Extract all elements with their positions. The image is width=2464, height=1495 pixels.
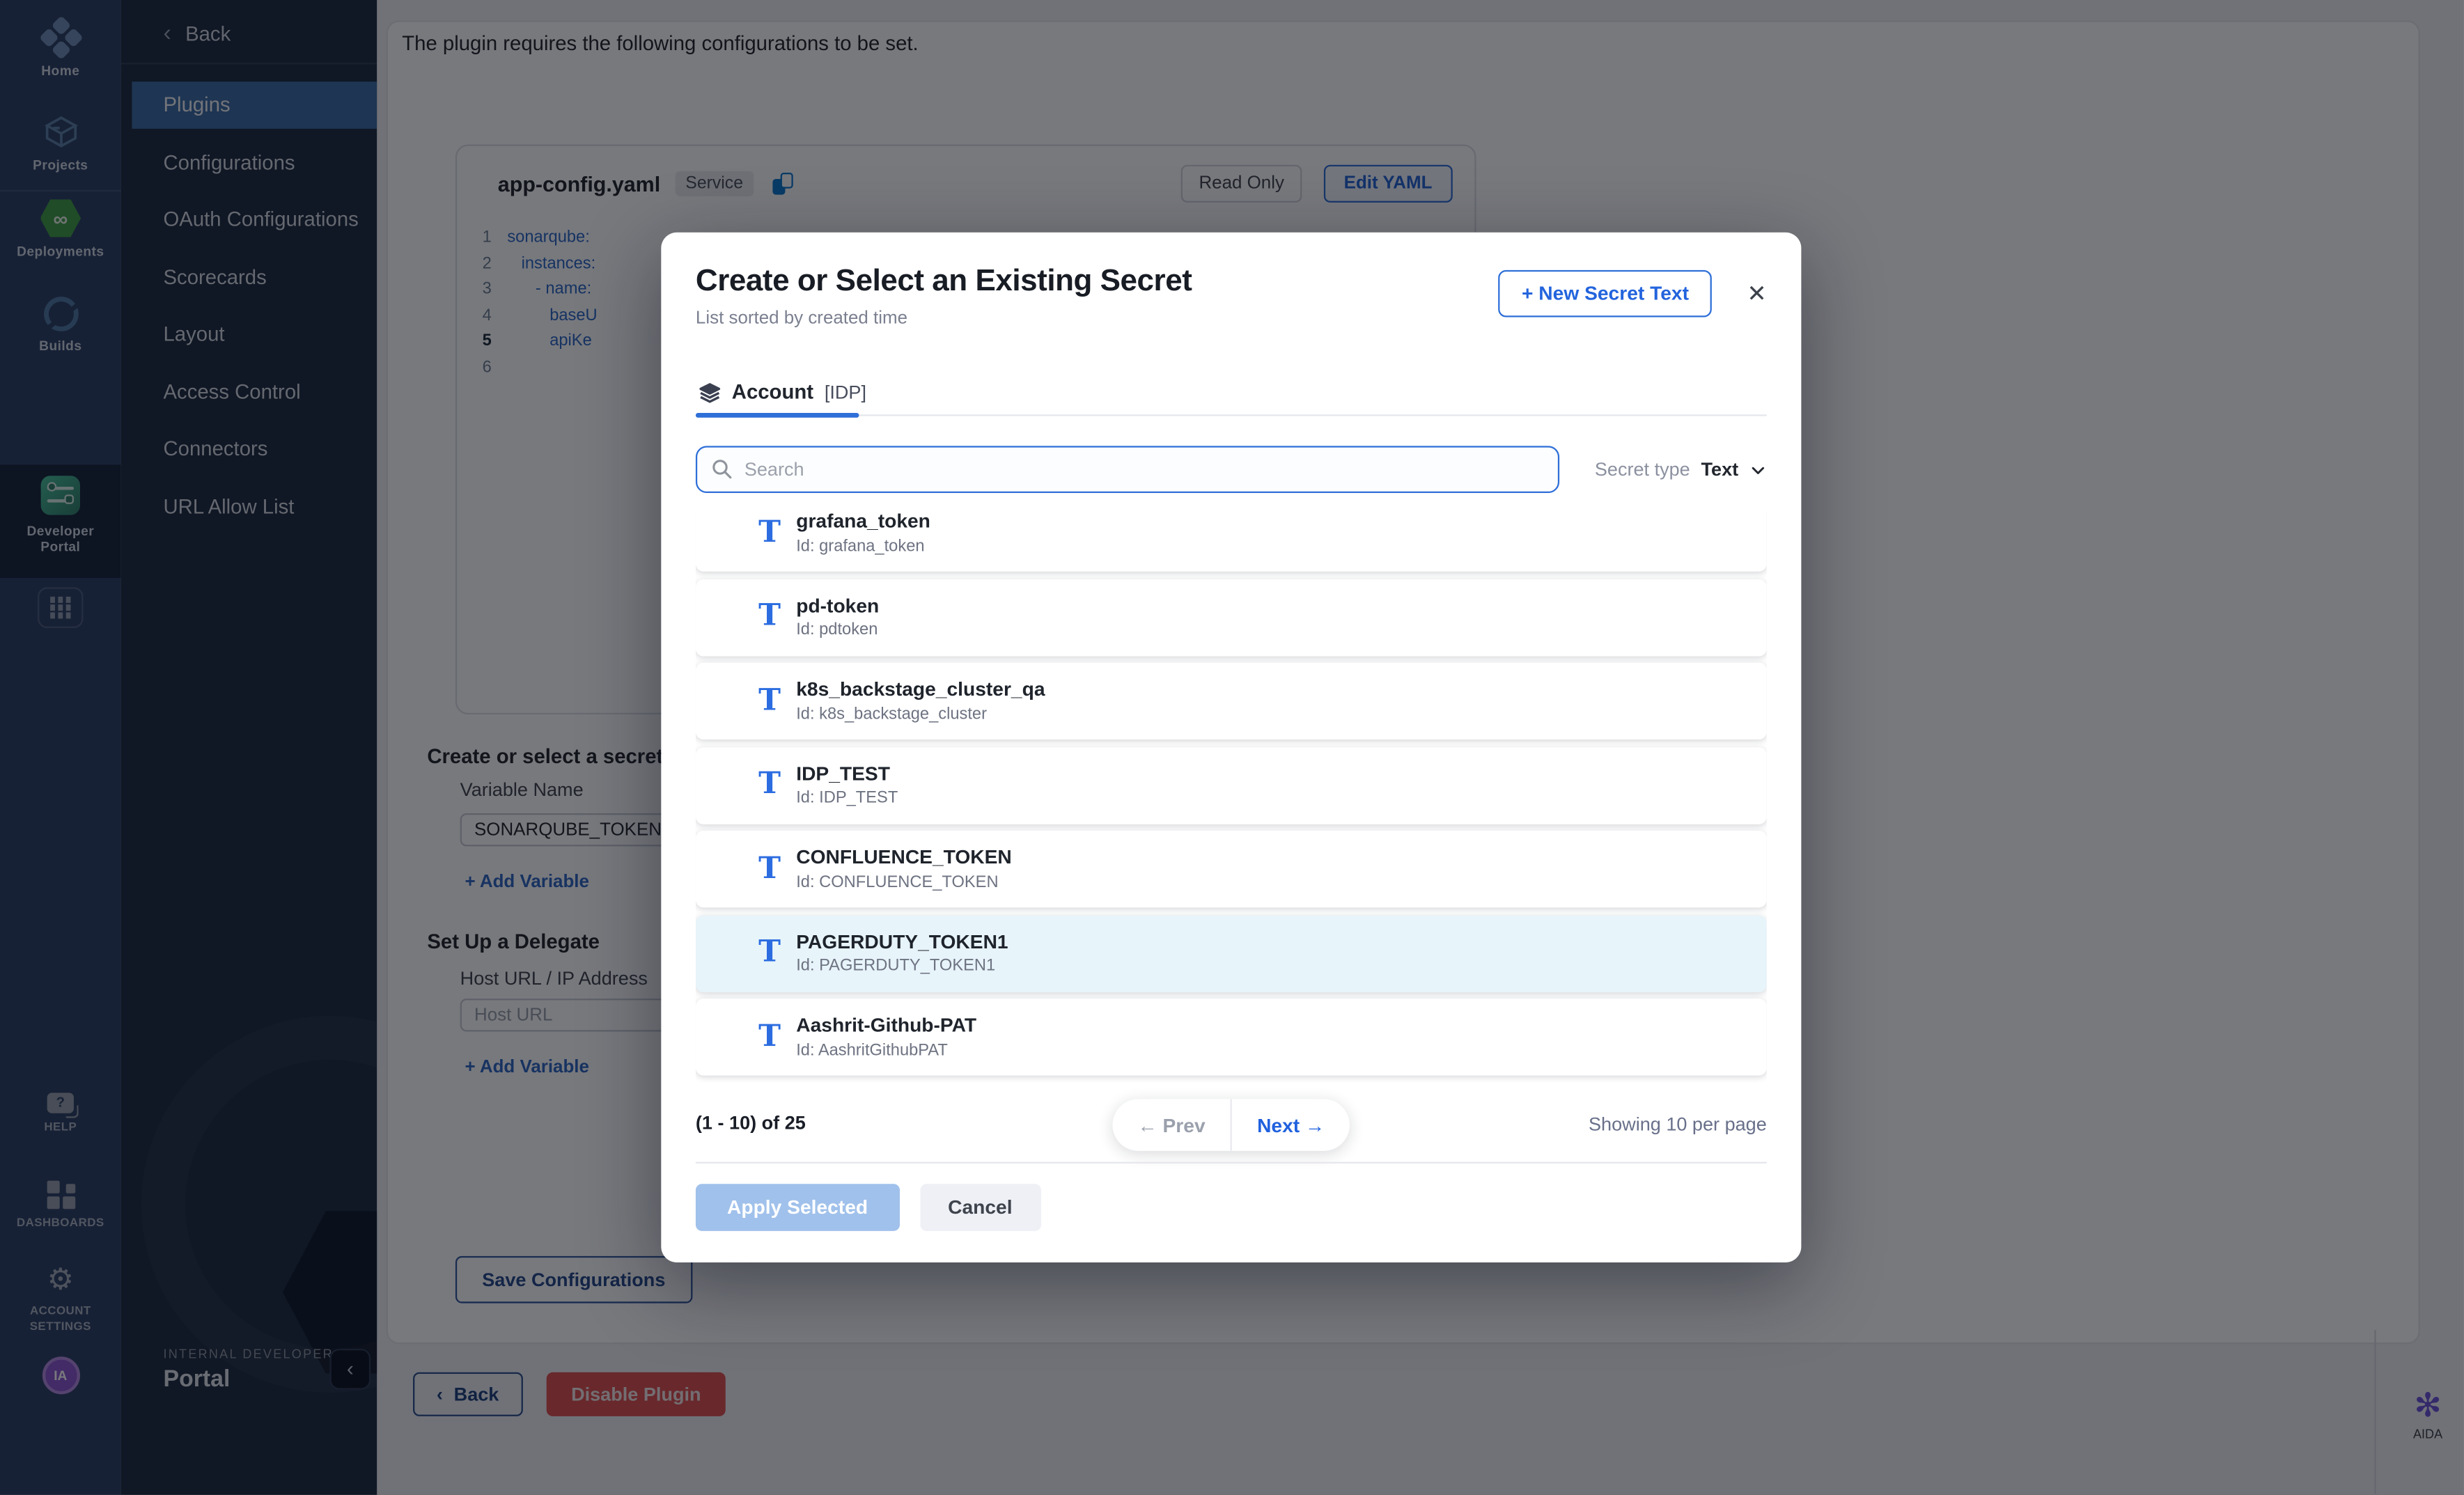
secret-row[interactable]: T Aashrit-Github-PAT Id: AashritGithubPA… [696,999,1767,1075]
tab-label: Account [732,380,813,404]
modal-header: Create or Select an Existing Secret List… [696,264,1767,328]
text-secret-icon: T [758,598,781,633]
secret-row-selected[interactable]: T PAGERDUTY_TOKEN1 Id: PAGERDUTY_TOKEN1 [696,914,1767,991]
text-secret-icon: T [758,1019,781,1054]
modal-footer-divider [696,1162,1767,1164]
modal-title: Create or Select an Existing Secret [696,264,1192,300]
prev-page-button[interactable]: ← Prev [1112,1099,1230,1150]
tab-account-idp[interactable]: Account [IDP] [696,369,879,414]
secret-type-label: Secret type [1595,458,1690,480]
secret-row[interactable]: T IDP_TEST Id: IDP_TEST [696,746,1767,823]
search-input[interactable] [696,446,1559,493]
per-page-text: Showing 10 per page [1589,1113,1767,1136]
tab-active-underline [696,412,859,418]
search-icon [710,457,733,480]
modal-search-row: Secret type Text [696,446,1767,493]
next-page-button[interactable]: Next → [1232,1099,1350,1150]
layers-icon [699,381,721,403]
app-window: Home Projects ∞ Deployments Builds Devel… [0,0,2464,1495]
pagination-controls: ← Prev Next → [1112,1099,1350,1150]
secret-row[interactable]: T grafana_token Id: grafana_token [696,512,1767,572]
pagination: (1 - 10) of 25 ← Prev Next → Showing 10 … [696,1099,1767,1150]
secret-row[interactable]: T CONFLUENCE_TOKEN Id: CONFLUENCE_TOKEN [696,831,1767,907]
modal-tabs: Account [IDP] [696,369,1767,416]
secret-select-modal: Create or Select an Existing Secret List… [661,233,1801,1262]
secret-type-value: Text [1701,458,1739,480]
text-secret-icon: T [758,515,781,549]
text-secret-icon: T [758,682,781,717]
secret-list: T grafana_token Id: grafana_token T pd-t… [696,512,1767,1086]
secret-type-dropdown[interactable]: Secret type Text [1595,458,1767,480]
cancel-button[interactable]: Cancel [920,1184,1041,1231]
text-secret-icon: T [758,767,781,801]
close-icon[interactable]: ✕ [1747,282,1766,306]
new-secret-text-button[interactable]: + New Secret Text [1498,270,1713,318]
chevron-down-icon [1749,461,1767,478]
modal-footer-actions: Apply Selected Cancel [696,1184,1040,1231]
modal-subtitle: List sorted by created time [696,309,1192,328]
pagination-range: (1 - 10) of 25 [696,1111,806,1134]
secret-row[interactable]: T k8s_backstage_cluster_qa Id: k8s_backs… [696,663,1767,739]
tab-scope: [IDP] [825,381,866,403]
secret-row[interactable]: T pd-token Id: pdtoken [696,579,1767,655]
text-secret-icon: T [758,934,781,969]
text-secret-icon: T [758,850,781,885]
apply-selected-button[interactable]: Apply Selected [696,1184,899,1231]
